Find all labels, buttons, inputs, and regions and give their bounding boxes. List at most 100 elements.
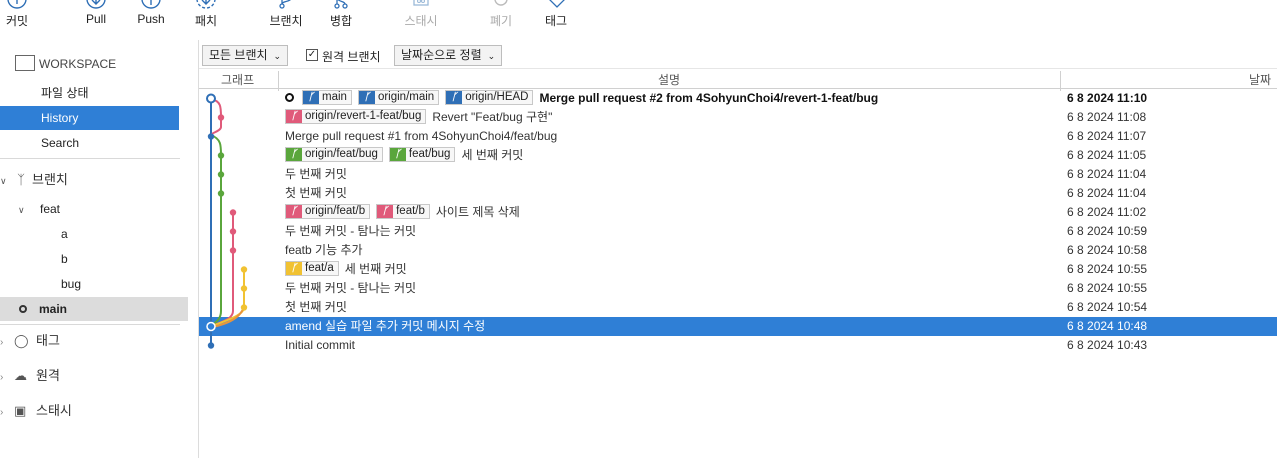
branch-label-text: feat/a	[305, 262, 334, 275]
workspace-section[interactable]: WORKSPACE	[15, 52, 116, 76]
remote-branches-checkbox[interactable]: ✓ 원격 브랜치	[306, 48, 396, 64]
remote-branches-label: 원격 브랜치	[322, 50, 381, 64]
commit-row[interactable]: ᚴ origin/feat/bug ᚴ feat/bug 세 번째 커밋 6 8 2024…	[199, 146, 1277, 165]
sidebar-item-branch-a[interactable]: a	[61, 222, 68, 246]
commit-message: 첫 번째 커밋	[285, 300, 347, 314]
branch-label-text: feat/bug	[408, 148, 451, 161]
commit-row[interactable]: featb 기능 추가 6 8 2024 10:58	[199, 241, 1277, 260]
commit-description: 첫 번째 커밋	[285, 184, 347, 203]
history-filter-bar: 모든 브랜치 ⌄ ✓ 원격 브랜치 날짜순으로 정렬 ⌄	[199, 40, 1277, 68]
commit-description: ᚴ feat/a 세 번째 커밋	[285, 260, 407, 279]
branch-button[interactable]: 브랜치	[261, 0, 311, 40]
branch-label-badge[interactable]: ᚴ origin/main	[357, 90, 440, 106]
merge-button[interactable]: 병합	[316, 0, 366, 40]
commit-message: 두 번째 커밋 - 탐나는 커밋	[285, 281, 417, 295]
chevron-down-icon: ⌄	[273, 51, 282, 61]
commit-date: 6 8 2024 11:04	[1067, 167, 1147, 181]
file-status-label: 파일 상태	[41, 86, 89, 100]
commit-description: featb 기능 추가	[285, 241, 363, 260]
commit-row[interactable]: 두 번째 커밋 - 탐나는 커밋 6 8 2024 10:55	[199, 279, 1277, 298]
commit-date: 6 8 2024 10:54	[1067, 300, 1148, 314]
date-column-header[interactable]: 날짜	[1249, 71, 1271, 88]
pull-label: Pull	[85, 12, 106, 26]
branch-label-badge[interactable]: ᚴ main	[302, 90, 352, 106]
sidebar-item-history[interactable]: History	[0, 106, 179, 130]
commit-row[interactable]: ᚴ origin/feat/b ᚴ feat/b 사이트 제목 삭제 6 8 2024 1…	[199, 203, 1277, 222]
stashes-label: 스태시	[36, 403, 72, 418]
branch-folder-feat[interactable]: ∨ feat	[18, 197, 60, 221]
branch-label-text: origin/HEAD	[465, 91, 529, 104]
commit-date: 6 8 2024 10:43	[1067, 338, 1148, 352]
commit-description: ᚴ origin/feat/b ᚴ feat/b 사이트 제목 삭제	[285, 203, 520, 222]
toolbar: 커밋 Pull Push 패치 브랜치 병합 스태시 폐기 태그	[0, 0, 1277, 40]
sidebar-item-branch-bug[interactable]: bug	[61, 272, 81, 296]
commit-description: 두 번째 커밋 - 탐나는 커밋	[285, 279, 416, 298]
discard-button[interactable]: 폐기	[476, 0, 526, 40]
workspace-label: WORKSPACE	[39, 57, 117, 71]
commit-message: 세 번째 커밋	[461, 148, 524, 162]
commit-button[interactable]: 커밋	[0, 0, 42, 40]
commit-label: 커밋	[5, 14, 29, 28]
stashes-section[interactable]: › ▣ 스태시	[0, 399, 72, 423]
commit-description: ᚴ main ᚴ origin/main ᚴ origin/HEAD Merge pull …	[285, 89, 878, 108]
patch-button[interactable]: 패치	[181, 0, 231, 40]
stash-button[interactable]: 스태시	[396, 0, 446, 40]
commit-row[interactable]: ᚴ main ᚴ origin/main ᚴ origin/HEAD Merge pull …	[199, 89, 1277, 108]
branch-label-badge[interactable]: ᚴ origin/feat/bug	[285, 147, 383, 163]
push-button[interactable]: Push	[126, 0, 176, 40]
branch-label-text: origin/revert-1-feat/bug	[305, 110, 422, 123]
branch-label-badge[interactable]: ᚴ feat/b	[376, 204, 430, 220]
sidebar-divider	[0, 324, 180, 325]
commit-message: 사이트 제목 삭제	[435, 205, 520, 219]
sidebar-item-search[interactable]: Search	[41, 131, 79, 155]
commit-row[interactable]: Initial commit 6 8 2024 10:43	[199, 336, 1277, 355]
commit-message: Revert "Feat/bug 구현"	[432, 110, 553, 124]
commit-message: featb 기능 추가	[285, 243, 363, 257]
commit-row[interactable]: ᚴ feat/a 세 번째 커밋 6 8 2024 10:55	[199, 260, 1277, 279]
sidebar-item-file-status[interactable]: 파일 상태	[41, 81, 89, 105]
remotes-section[interactable]: › ☁ 원격	[0, 364, 60, 388]
branch-filter-dropdown[interactable]: 모든 브랜치 ⌄	[202, 45, 289, 66]
commit-row[interactable]: Merge pull request #1 from 4SohyunChoi4/…	[199, 127, 1277, 146]
branch-label-badge[interactable]: ᚴ origin/HEAD	[445, 90, 534, 106]
commit-date: 6 8 2024 11:02	[1067, 205, 1147, 219]
tag-button[interactable]: 태그	[531, 0, 581, 40]
sidebar-item-branch-main[interactable]: main	[0, 297, 188, 321]
commit-description: 첫 번째 커밋	[285, 298, 347, 317]
stash-icon	[413, 0, 429, 6]
commit-date: 6 8 2024 10:58	[1067, 243, 1148, 257]
description-column-header[interactable]: 설명	[658, 71, 680, 88]
commit-date: 6 8 2024 11:08	[1067, 110, 1147, 124]
commit-message: 두 번째 커밋 - 탐나는 커밋	[285, 224, 417, 238]
sidebar-divider	[0, 158, 180, 159]
push-label: Push	[137, 12, 165, 26]
branch-label-badge[interactable]: ᚴ origin/revert-1-feat/bug	[285, 109, 427, 125]
branch-label-badge[interactable]: ᚴ feat/bug	[388, 147, 456, 163]
head-marker-icon	[285, 93, 294, 103]
chevron-right-icon: ›	[0, 372, 4, 383]
branches-section[interactable]: ∨ ᛉ 브랜치	[0, 168, 68, 192]
tags-section[interactable]: › ◯ 태그	[0, 329, 60, 353]
graph-column-header[interactable]: 그래프	[221, 71, 254, 88]
branch-label-badge[interactable]: ᚴ origin/feat/b	[285, 204, 371, 220]
branch-icon: ᚴ	[389, 148, 406, 162]
commit-row[interactable]: 두 번째 커밋 - 탐나는 커밋 6 8 2024 10:59	[199, 222, 1277, 241]
sidebar: WORKSPACE 파일 상태 History Search ∨ ᛉ 브랜치 ∨ fe…	[0, 40, 199, 458]
pull-button[interactable]: Pull	[71, 0, 121, 40]
branch-label-badge[interactable]: ᚴ feat/a	[285, 261, 339, 277]
commit-row[interactable]: amend 실습 파일 추가 커밋 메시지 수정 6 8 2024 10:48	[199, 317, 1277, 336]
commit-row[interactable]: 첫 번째 커밋 6 8 2024 11:04	[199, 184, 1277, 203]
commit-row[interactable]: 두 번째 커밋 6 8 2024 11:04	[199, 165, 1277, 184]
chevron-down-icon: ⌄	[487, 51, 496, 61]
column-divider[interactable]	[278, 71, 279, 91]
column-divider[interactable]	[1060, 71, 1061, 91]
commit-row[interactable]: 첫 번째 커밋 6 8 2024 10:54	[199, 298, 1277, 317]
sidebar-item-branch-b[interactable]: b	[61, 247, 68, 271]
branch-bug-label: bug	[61, 277, 82, 291]
pull-icon	[86, 0, 106, 9]
push-icon	[141, 0, 161, 9]
commit-date: 6 8 2024 11:05	[1067, 148, 1147, 162]
discard-label: 폐기	[489, 14, 513, 28]
sort-dropdown[interactable]: 날짜순으로 정렬 ⌄	[394, 45, 503, 66]
commit-row[interactable]: ᚴ origin/revert-1-feat/bug Revert "Feat/bu…	[199, 108, 1277, 127]
